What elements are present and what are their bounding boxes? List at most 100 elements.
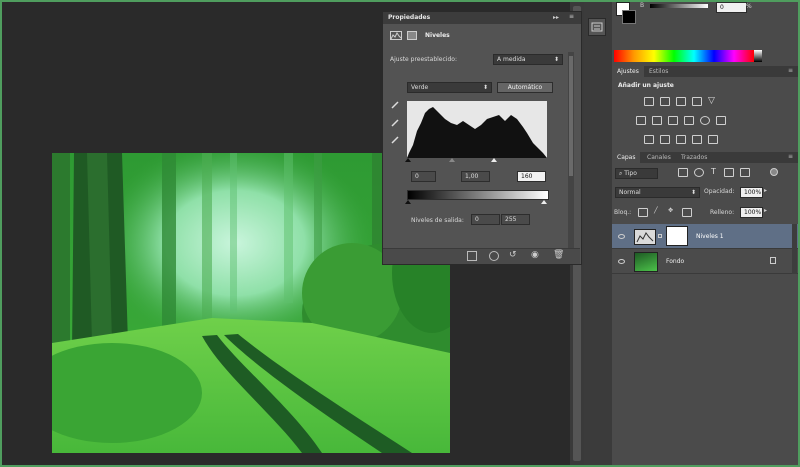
threshold-icon[interactable] (676, 135, 686, 144)
channel-mixer-icon[interactable] (700, 116, 710, 125)
lock-all-icon[interactable] (682, 208, 692, 217)
eye-icon[interactable] (618, 259, 625, 264)
layers-scrollbar[interactable] (792, 224, 797, 274)
tab-canales[interactable]: Canales (642, 152, 676, 163)
tab-ajustes[interactable]: Ajustes (612, 66, 644, 77)
output-black-field[interactable]: 0 (471, 214, 500, 225)
auto-button[interactable]: Automático (497, 82, 553, 93)
layer-row-niveles[interactable]: Niveles 1 (612, 224, 798, 249)
lock-move-icon[interactable]: ✥ (668, 207, 673, 214)
properties-panel: Propiedades ▸▸ ≡ Niveles Ajuste preestab… (382, 11, 582, 265)
input-midtones-field[interactable]: 1,00 (461, 171, 490, 182)
layer-filter-select[interactable]: ⌕ Tipo (615, 168, 658, 179)
panel-menu-icon[interactable]: ≡ (788, 153, 793, 160)
collapse-icon[interactable]: ▸▸ (553, 14, 559, 21)
output-white-field[interactable]: 255 (501, 214, 530, 225)
properties-scrollbar[interactable] (568, 52, 574, 248)
lock-icon (770, 257, 776, 264)
output-levels-slider[interactable] (405, 200, 547, 204)
grayscale-ramp[interactable] (754, 50, 762, 62)
brightness-contrast-icon[interactable] (644, 97, 654, 106)
blend-mode-value: Normal (619, 189, 641, 196)
lock-brush-icon[interactable]: ╱ (654, 207, 658, 214)
gradient-map-icon[interactable] (692, 135, 702, 144)
tab-capas[interactable]: Capas (612, 152, 641, 163)
properties-footer (383, 248, 580, 264)
panel-menu-icon[interactable]: ≡ (569, 13, 574, 20)
curves-icon[interactable] (676, 97, 686, 106)
hue-saturation-icon[interactable] (636, 116, 646, 125)
preset-label: Ajuste preestablecido: (390, 56, 457, 63)
layer-row-fondo[interactable]: Fondo (612, 249, 798, 274)
fill-field[interactable]: 100% (740, 207, 763, 218)
lock-transparency-icon[interactable] (638, 208, 648, 217)
color-value-field[interactable]: 0 (716, 2, 747, 13)
white-eyedropper-icon[interactable] (391, 136, 399, 144)
input-highlights-field[interactable]: 160 (517, 171, 546, 182)
input-shadows-field[interactable]: 0 (411, 171, 436, 182)
eye-icon[interactable] (618, 234, 625, 239)
black-eyedropper-icon[interactable] (391, 101, 399, 109)
properties-dock-icon[interactable] (588, 18, 606, 36)
levels-icon[interactable] (660, 97, 670, 106)
fill-arrow-icon[interactable]: ▸ (764, 207, 767, 214)
background-swatch[interactable] (622, 10, 636, 24)
channel-select[interactable]: Verde ⬍ (407, 82, 492, 93)
color-balance-icon[interactable] (652, 116, 662, 125)
output-black-handle[interactable] (405, 200, 411, 204)
midtone-handle[interactable] (449, 158, 455, 162)
opacity-arrow-icon[interactable]: ▸ (764, 187, 767, 194)
layer-name[interactable]: Fondo (666, 258, 684, 265)
reset-icon[interactable]: ↺ (509, 250, 517, 260)
filter-toggle-icon[interactable] (770, 168, 778, 176)
output-white-handle[interactable] (541, 200, 547, 204)
black-white-icon[interactable] (668, 116, 678, 125)
shape-filter-icon[interactable] (724, 168, 734, 177)
visibility-icon[interactable]: ◉ (531, 250, 539, 260)
invert-icon[interactable] (644, 135, 654, 144)
selective-color-icon[interactable] (708, 135, 718, 144)
clip-to-layer-icon[interactable] (467, 251, 477, 261)
tab-estilos[interactable]: Estilos (644, 66, 673, 77)
channel-value: Verde (411, 84, 429, 91)
tab-trazados[interactable]: Trazados (676, 152, 712, 163)
layer-mask-thumbnail[interactable] (666, 226, 688, 246)
posterize-icon[interactable] (660, 135, 670, 144)
properties-scroll-thumb[interactable] (569, 56, 573, 176)
adjustment-filter-icon[interactable] (694, 168, 704, 177)
link-icon[interactable] (658, 234, 662, 238)
black-point-handle[interactable] (405, 158, 411, 162)
fill-label: Relleno: (710, 209, 735, 216)
opacity-field[interactable]: 100% (740, 187, 763, 198)
gray-eyedropper-icon[interactable] (391, 119, 399, 127)
properties-header[interactable]: Propiedades (383, 12, 581, 24)
color-unit: % (746, 3, 752, 10)
adjustment-layer-icon (634, 229, 656, 245)
input-levels-slider[interactable] (405, 158, 547, 162)
photo-filter-icon[interactable] (684, 116, 694, 125)
layer-name[interactable]: Niveles 1 (696, 233, 724, 240)
blend-mode-select[interactable]: Normal ⬍ (615, 187, 700, 198)
pixel-filter-icon[interactable] (678, 168, 688, 177)
opacity-label: Opacidad: (704, 188, 735, 195)
output-gradient (407, 190, 549, 200)
mask-icon[interactable] (407, 31, 417, 40)
dropdown-arrow-icon: ⬍ (482, 84, 488, 91)
white-point-handle[interactable] (491, 158, 497, 162)
layers-empty-area (612, 274, 798, 465)
color-lookup-icon[interactable] (716, 116, 726, 125)
vibrance-icon[interactable]: ▽ (708, 96, 715, 106)
view-previous-icon[interactable] (489, 251, 499, 261)
color-panel: B 0 % (612, 2, 798, 67)
trash-icon[interactable]: 🗑 (553, 250, 564, 260)
smart-object-filter-icon[interactable] (740, 168, 750, 177)
color-spectrum[interactable] (614, 50, 754, 62)
properties-title: Propiedades (388, 14, 431, 21)
type-filter-icon[interactable]: T (711, 167, 716, 176)
panel-menu-icon[interactable]: ≡ (788, 67, 793, 74)
right-panels: B 0 % Ajustes Estilos ≡ Añadir un ajuste… (612, 2, 798, 465)
color-slider[interactable] (650, 4, 708, 8)
exposure-icon[interactable] (692, 97, 702, 106)
levels-histogram-icon (390, 31, 402, 40)
preset-select[interactable]: A medida ⬍ (493, 54, 563, 65)
